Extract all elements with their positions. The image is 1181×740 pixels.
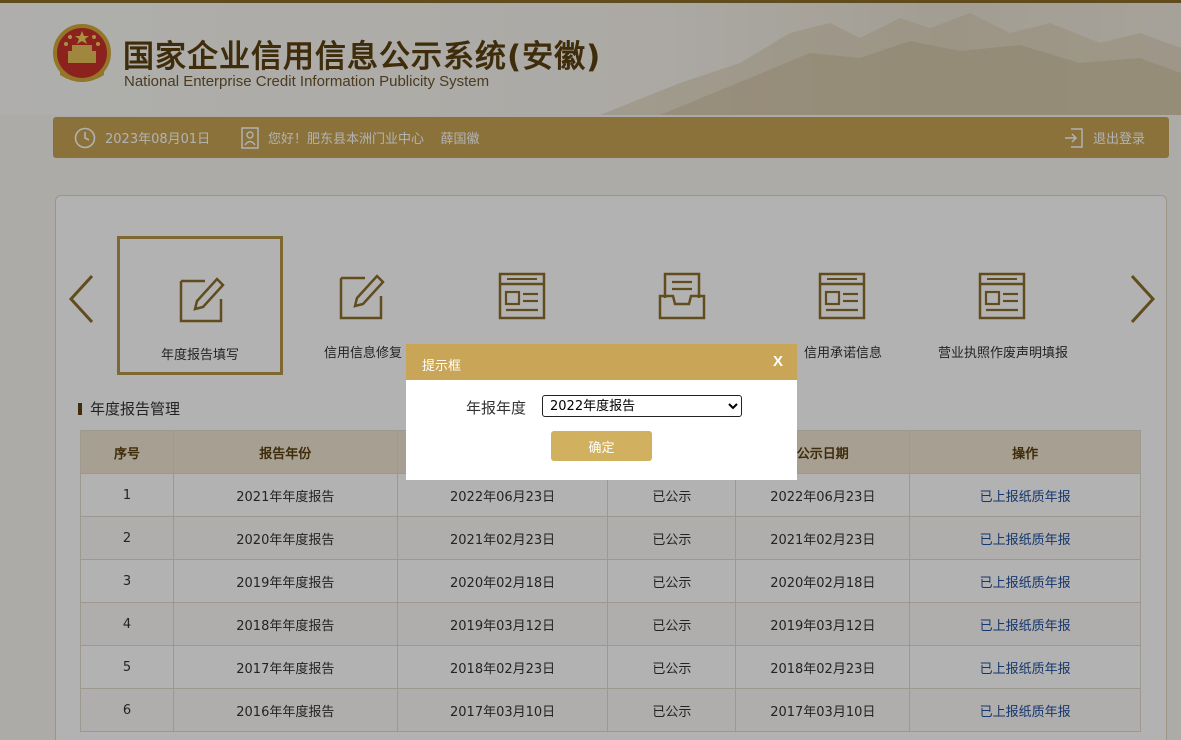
confirm-button[interactable]: 确定 xyxy=(551,431,652,461)
dialog-close-button[interactable]: X xyxy=(773,353,783,370)
prompt-dialog: 提示框 X 年报年度 2022年度报告 确定 xyxy=(406,344,797,480)
dialog-header: 提示框 X xyxy=(406,344,797,380)
report-year-select[interactable]: 2022年度报告 xyxy=(542,395,742,417)
report-year-label: 年报年度 xyxy=(466,399,527,417)
dialog-title: 提示框 xyxy=(422,359,462,374)
